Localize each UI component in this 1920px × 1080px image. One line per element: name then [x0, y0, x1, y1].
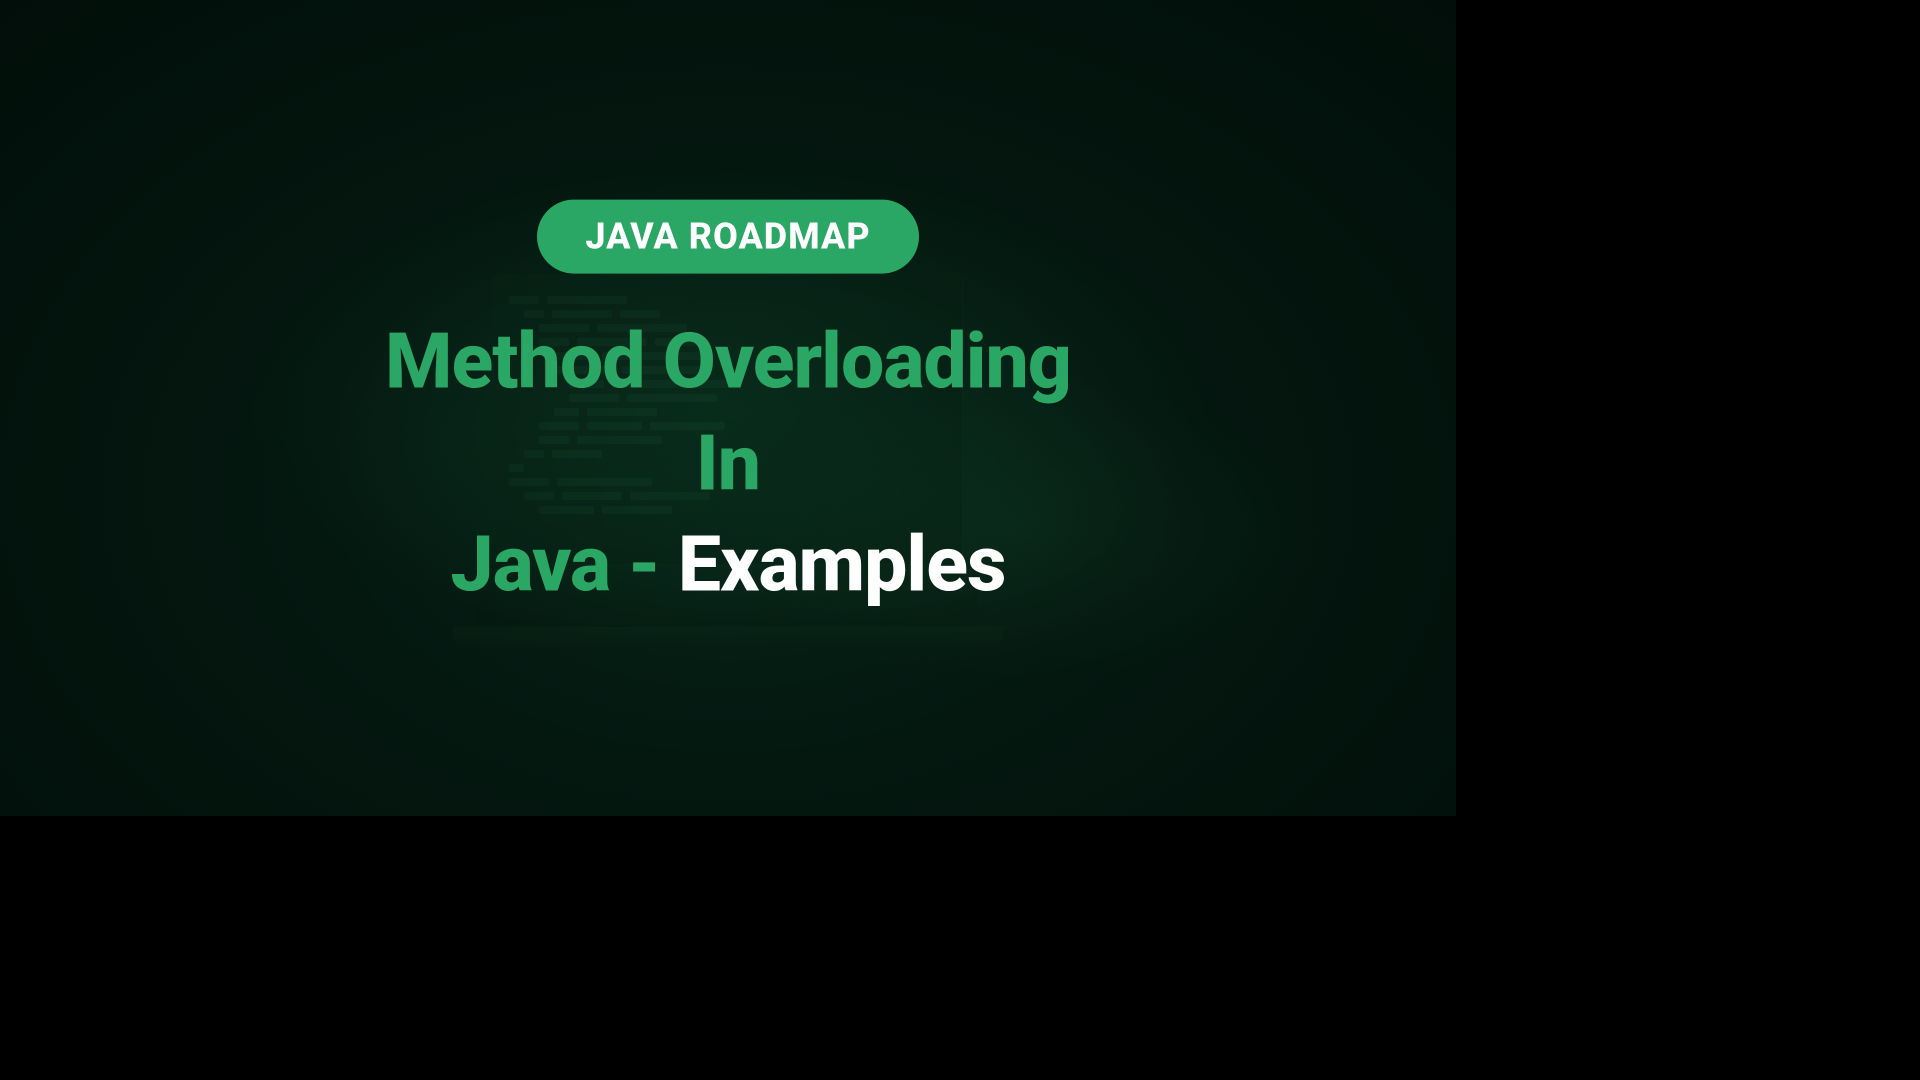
- badge-text: JAVA ROADMAP: [585, 216, 870, 258]
- hero-content: JAVA ROADMAP Method Overloading In Java …: [364, 200, 1092, 617]
- title-line-1: Method Overloading In: [385, 317, 1071, 509]
- category-badge: JAVA ROADMAP: [537, 200, 918, 274]
- page-title: Method Overloading In Java - Examples: [364, 312, 1092, 617]
- title-line-2-part-1: Java -: [451, 520, 678, 610]
- title-line-2-part-2: Examples: [678, 520, 1006, 610]
